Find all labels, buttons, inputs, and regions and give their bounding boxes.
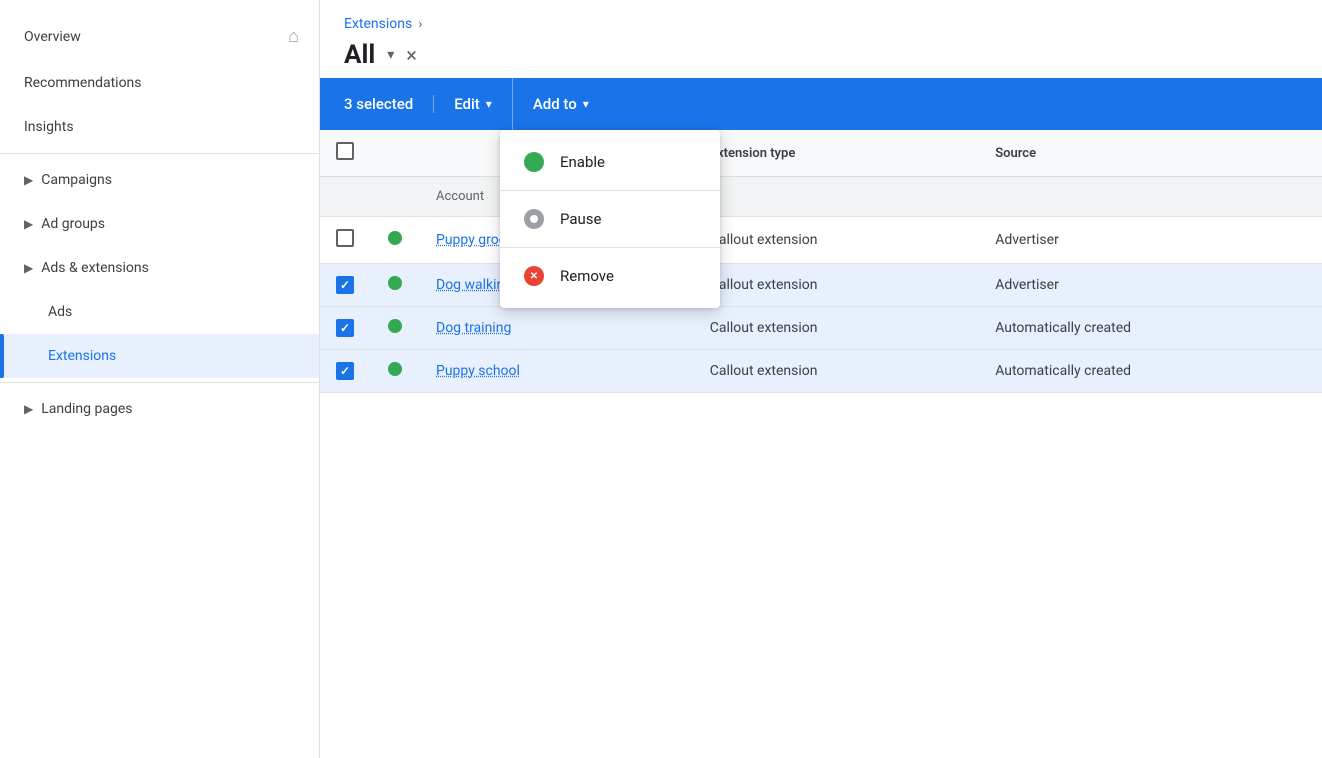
row4-status-cell	[370, 350, 420, 393]
account-status-cell	[370, 177, 420, 217]
main-content: Extensions › All ▾ × 3 selected Edit ▾ A…	[320, 0, 1322, 758]
sidebar-item-adgroups[interactable]: ▶ Ad groups	[0, 202, 319, 246]
sidebar-item-landing-pages[interactable]: ▶ Landing pages	[0, 387, 319, 431]
row3-ext-type: Callout extension	[694, 307, 979, 350]
table-toolbar: 3 selected Edit ▾ Add to ▾	[320, 78, 1322, 130]
row1-source: Advertiser	[979, 217, 1322, 264]
close-button[interactable]: ×	[406, 43, 417, 67]
sidebar-item-ads-extensions[interactable]: ▶ Ads & extensions	[0, 246, 319, 290]
row4-checkbox[interactable]	[336, 362, 354, 380]
header-status-cell	[370, 130, 420, 177]
breadcrumb-text[interactable]: Extensions	[344, 16, 412, 32]
home-icon: ⌂	[288, 26, 299, 47]
sidebar-item-ads[interactable]: Ads	[0, 290, 319, 334]
row3-source: Automatically created	[979, 307, 1322, 350]
edit-button[interactable]: Edit ▾	[434, 78, 513, 130]
row1-status-cell	[370, 217, 420, 264]
sidebar-item-overview[interactable]: Overview ⌂	[0, 12, 319, 61]
edit-label: Edit	[454, 95, 480, 113]
row4-ext-type: Callout extension	[694, 350, 979, 393]
dropdown-divider-1	[500, 190, 720, 191]
row4-checkbox-cell[interactable]	[320, 350, 370, 393]
sidebar-item-insights[interactable]: Insights	[0, 105, 319, 149]
adgroups-label: Ad groups	[41, 216, 105, 232]
row2-ext-type: Callout extension	[694, 264, 979, 307]
extensions-table: Extension type Source Account	[320, 130, 1322, 393]
enable-label: Enable	[560, 153, 605, 171]
add-to-dropdown-arrow: ▾	[583, 97, 589, 111]
select-all-checkbox[interactable]	[336, 142, 354, 160]
add-to-button[interactable]: Add to ▾	[513, 78, 609, 130]
add-to-label: Add to	[533, 95, 577, 113]
dropdown-item-remove[interactable]: Remove	[500, 252, 720, 300]
header-checkbox-cell	[320, 130, 370, 177]
pause-label: Pause	[560, 210, 602, 228]
row3-ext-name[interactable]: Dog training	[436, 320, 511, 336]
dropdown-item-enable[interactable]: Enable	[500, 138, 720, 186]
campaigns-chevron: ▶	[24, 173, 33, 187]
page-header: Extensions › All ▾ ×	[320, 0, 1322, 78]
header-ext-type[interactable]: Extension type	[694, 130, 979, 177]
campaigns-label: Campaigns	[41, 172, 112, 188]
extensions-label: Extensions	[48, 348, 116, 364]
landing-pages-label: Landing pages	[41, 401, 132, 417]
remove-label: Remove	[560, 267, 614, 285]
sidebar-item-campaigns[interactable]: ▶ Campaigns	[0, 158, 319, 202]
adgroups-chevron: ▶	[24, 217, 33, 231]
row4-name-cell: Puppy school	[420, 350, 694, 393]
sidebar-item-recommendations[interactable]: Recommendations	[0, 61, 319, 105]
remove-status-icon	[524, 266, 544, 286]
title-dropdown-icon[interactable]: ▾	[387, 47, 394, 63]
overview-label: Overview	[24, 29, 81, 45]
row2-checkbox[interactable]	[336, 276, 354, 294]
dropdown-item-pause[interactable]: Pause	[500, 195, 720, 243]
sidebar-item-extensions[interactable]: Extensions	[0, 334, 319, 378]
pause-status-icon	[524, 209, 544, 229]
table-row: Puppy grooming Callout extension Adverti…	[320, 217, 1322, 264]
row3-name-cell: Dog training	[420, 307, 694, 350]
row2-status-dot	[388, 276, 402, 290]
row4-source: Automatically created	[979, 350, 1322, 393]
row2-status-cell	[370, 264, 420, 307]
row3-checkbox-cell[interactable]	[320, 307, 370, 350]
ads-extensions-label: Ads & extensions	[41, 260, 149, 276]
sidebar-divider-2	[0, 382, 319, 383]
sidebar: Overview ⌂ Recommendations Insights ▶ Ca…	[0, 0, 320, 758]
row4-ext-name[interactable]: Puppy school	[436, 363, 520, 379]
header-source[interactable]: Source	[979, 130, 1322, 177]
row4-status-dot	[388, 362, 402, 376]
row1-status-dot	[388, 231, 402, 245]
landing-pages-chevron: ▶	[24, 402, 33, 416]
table-row: Dog training Callout extension Automatic…	[320, 307, 1322, 350]
row2-checkbox-cell[interactable]	[320, 264, 370, 307]
ads-extensions-chevron: ▶	[24, 261, 33, 275]
row3-status-dot	[388, 319, 402, 333]
table-container: Extension type Source Account	[320, 130, 1322, 758]
row1-ext-type: Callout extension	[694, 217, 979, 264]
account-row: Account	[320, 177, 1322, 217]
table-row: Dog walking Callout extension Advertiser	[320, 264, 1322, 307]
insights-label: Insights	[24, 119, 74, 135]
account-checkbox-cell	[320, 177, 370, 217]
header-row: All ▾ ×	[344, 40, 1298, 70]
row3-status-cell	[370, 307, 420, 350]
row1-checkbox-cell[interactable]	[320, 217, 370, 264]
ads-label: Ads	[48, 304, 72, 320]
selected-count: 3 selected	[344, 95, 434, 113]
row2-source: Advertiser	[979, 264, 1322, 307]
edit-dropdown-arrow: ▾	[486, 97, 492, 111]
toolbar-wrapper: 3 selected Edit ▾ Add to ▾ Enable Pause	[320, 78, 1322, 130]
enable-status-icon	[524, 152, 544, 172]
row3-checkbox[interactable]	[336, 319, 354, 337]
sidebar-divider-1	[0, 153, 319, 154]
table-header-row: Extension type Source	[320, 130, 1322, 177]
dropdown-divider-2	[500, 247, 720, 248]
recommendations-label: Recommendations	[24, 75, 142, 91]
edit-dropdown-menu: Enable Pause Remove	[500, 130, 720, 308]
row1-checkbox[interactable]	[336, 229, 354, 247]
breadcrumb-chevron: ›	[418, 16, 422, 32]
page-title: All	[344, 40, 375, 70]
table-row: Puppy school Callout extension Automatic…	[320, 350, 1322, 393]
breadcrumb: Extensions ›	[344, 16, 1298, 32]
